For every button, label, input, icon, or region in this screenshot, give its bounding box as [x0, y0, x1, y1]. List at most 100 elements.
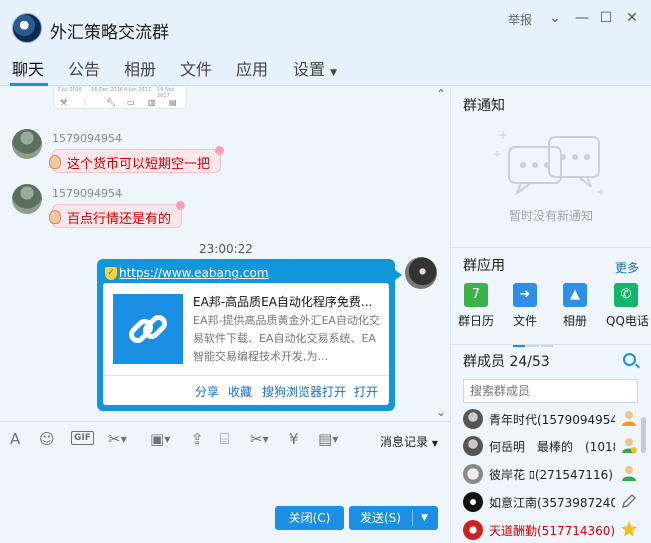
- tab-settings[interactable]: 设置 ▼: [293, 56, 337, 80]
- wrench-icon: 🔧︎: [106, 98, 117, 107]
- screenshot-icon[interactable]: ✂︎▼: [108, 430, 127, 448]
- avatar: [463, 409, 483, 429]
- message-input[interactable]: 关闭(C) 发送(S) ▼: [0, 455, 450, 543]
- photo-album-icon: ▲: [563, 283, 587, 307]
- active-tab-indicator: [10, 83, 48, 86]
- tab-bar: 聊天 公告 相册 文件 应用 设置 ▼: [0, 48, 651, 86]
- member-row[interactable]: 何岳明 最棒的 (1018: [463, 434, 641, 458]
- image-icon[interactable]: ▣▼: [150, 430, 170, 448]
- message-history-button[interactable]: 消息记录 ▼: [380, 433, 438, 450]
- notice-title: 群通知: [463, 98, 505, 114]
- avatar: [463, 464, 483, 484]
- apps-title: 群应用: [463, 258, 505, 274]
- close-button[interactable]: 关闭(C): [275, 506, 344, 530]
- member-name: 何岳明 最棒的 (1018: [489, 440, 615, 454]
- caret-down-icon: ▼: [330, 68, 338, 78]
- avatar[interactable]: [12, 129, 42, 159]
- link-message[interactable]: ✓ https://www.eabang.com EA邦-高品质EA自动化程序免…: [97, 259, 402, 411]
- apps-more-link[interactable]: 更多: [615, 259, 639, 276]
- open-button[interactable]: 打开: [354, 383, 378, 400]
- send-options-icon[interactable]: ▼: [421, 506, 428, 530]
- avatar: [463, 492, 483, 512]
- chevron-down-icon[interactable]: ⌄: [544, 8, 566, 28]
- send-button[interactable]: 发送(S) ▼: [349, 506, 438, 530]
- member-row[interactable]: 彼岸花 ﾛ(271547116): [463, 462, 641, 486]
- tab-album[interactable]: 相册: [124, 56, 156, 80]
- member-name: 如意江南(3573987240): [489, 496, 615, 510]
- shield-check-icon: ✓: [105, 267, 117, 280]
- minimize-icon[interactable]: —: [571, 8, 593, 28]
- app-label: 相册: [562, 314, 587, 328]
- shared-image-card[interactable]: 3 Jul 2016 16 Dec 2016 4 Jun 2017 19 Nov…: [53, 87, 187, 109]
- close-icon[interactable]: ✕: [621, 8, 643, 28]
- gif-icon[interactable]: GIF: [71, 431, 94, 445]
- avatar[interactable]: [405, 257, 437, 289]
- card-date: 16 Dec 2016: [91, 87, 123, 93]
- red-packet-icon[interactable]: ¥: [289, 430, 299, 448]
- tab-files[interactable]: 文件: [180, 56, 212, 80]
- group-title: 外汇策略交流群: [50, 23, 169, 43]
- more-tools-icon[interactable]: ▤▼: [318, 430, 338, 448]
- member-row[interactable]: 如意江南(3573987240): [463, 490, 641, 514]
- tab-apps[interactable]: 应用: [236, 56, 268, 80]
- message-bubble[interactable]: 百点行情还是有的: [49, 201, 186, 228]
- open-in-browser-button[interactable]: 搜狗浏览器打开: [262, 383, 346, 400]
- sender-name: 1579094954: [52, 132, 122, 145]
- bubble-decoration-icon: [176, 201, 186, 210]
- link-title: EA邦-高品质EA自动化程序免费...: [193, 295, 373, 309]
- report-button[interactable]: 举报: [508, 11, 532, 28]
- message-bubble[interactable]: 这个货币可以短期空一把: [49, 146, 225, 173]
- avatar: [463, 520, 483, 540]
- chat-history[interactable]: 3 Jul 2016 16 Dec 2016 4 Jun 2017 19 Nov…: [0, 87, 450, 421]
- search-icon[interactable]: [623, 353, 636, 366]
- message-timestamp: 23:00:22: [199, 242, 253, 256]
- members-scrollbar[interactable]: [641, 417, 646, 453]
- link-url[interactable]: https://www.eabang.com: [119, 266, 269, 280]
- collapse-up-icon[interactable]: ⌃: [436, 87, 446, 101]
- link-description: EA邦-提供高品质黄金外汇EA自动化交易软件下载、EA自动化交易系统、EA智能交…: [193, 314, 380, 363]
- member-search-input[interactable]: [463, 379, 638, 403]
- bubble-avatar-icon: [49, 155, 61, 169]
- link-thumbnail: [113, 294, 183, 364]
- font-icon[interactable]: A: [10, 430, 20, 448]
- avatar[interactable]: [12, 184, 42, 214]
- tab-chat[interactable]: 聊天: [12, 56, 44, 80]
- bubble-avatar-icon: [49, 210, 61, 224]
- scissors-icon[interactable]: ✂▼: [250, 430, 269, 448]
- phone-icon: ✆: [614, 283, 638, 307]
- divider: [451, 344, 651, 345]
- card-date: 3 Jul 2016: [57, 87, 83, 93]
- apps-pager[interactable]: [513, 336, 555, 350]
- link-preview-card[interactable]: EA邦-高品质EA自动化程序免费... EA邦-提供高品质黄金外汇EA自动化交易…: [103, 283, 389, 405]
- gift-icon[interactable]: ⌸: [220, 430, 229, 448]
- calendar-icon: 7: [464, 283, 488, 307]
- group-sidebar: 群通知 暂时没有新通知 群应用 更多 7 群日历 ➜ 文件 ▲ 相册 ✆ QQ电…: [450, 87, 651, 543]
- edit-icon[interactable]: [620, 492, 638, 510]
- bubble-decoration-icon: [215, 146, 225, 155]
- app-files[interactable]: ➜ 文件: [505, 283, 545, 329]
- tab-settings-label: 设置: [293, 60, 326, 79]
- members-title: 群成员 24/53: [463, 354, 550, 370]
- app-label: 文件: [512, 314, 537, 328]
- member-row[interactable]: 天道酬勤(517714360): [463, 518, 641, 542]
- notice-empty-text: 暂时没有新通知: [509, 209, 594, 223]
- title-bar: 外汇策略交流群 举报 ⌄ — ☐ ✕: [0, 0, 651, 48]
- maximize-icon[interactable]: ☐: [595, 8, 617, 28]
- app-qq-phone[interactable]: ✆ QQ电话: [606, 283, 649, 329]
- upload-icon[interactable]: ⇪: [191, 430, 204, 448]
- emoji-icon[interactable]: ☺: [39, 430, 55, 448]
- share-button[interactable]: 分享: [195, 383, 219, 400]
- member-row[interactable]: 青年时代(1579094954): [463, 407, 641, 431]
- owner-icon: [622, 411, 636, 426]
- app-group-calendar[interactable]: 7 群日历: [456, 283, 496, 329]
- chart-icon: ▥: [148, 98, 156, 107]
- divider: [412, 510, 413, 526]
- app-album[interactable]: ▲ 相册: [555, 283, 595, 329]
- document-icon: ▤: [169, 98, 177, 107]
- group-avatar[interactable]: [12, 13, 42, 43]
- admin-icon: [622, 466, 636, 481]
- favorite-button[interactable]: 收藏: [228, 383, 252, 400]
- tool-icon: ⚒: [60, 98, 68, 107]
- chevron-down-icon[interactable]: ⌄: [436, 405, 446, 419]
- tab-announcement[interactable]: 公告: [68, 56, 100, 80]
